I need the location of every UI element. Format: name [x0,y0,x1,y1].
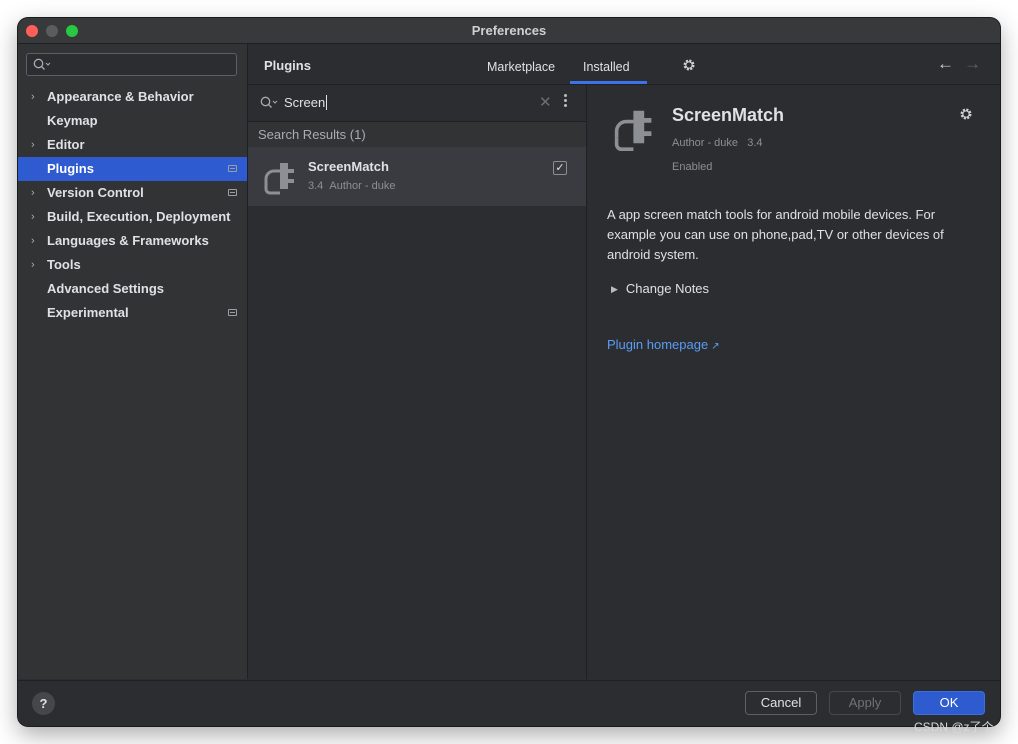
change-notes-toggle[interactable]: ▶ Change Notes [611,281,709,296]
sidebar-item-label: Advanced Settings [47,281,165,296]
sidebar-list: › Appearance & Behavior Keymap › Editor … [18,85,247,325]
arrow-left-icon[interactable]: ← [937,54,954,74]
plugin-status: Enabled [672,161,713,173]
search-results-header: Search Results (1) [248,122,586,147]
sidebar-item-version-control[interactable]: › Version Control [18,181,247,205]
chevron-right-icon: › [31,259,35,271]
tab-installed[interactable]: Installed [583,60,630,74]
sidebar-item-editor[interactable]: › Editor [18,133,247,157]
ok-button[interactable]: OK [913,691,985,715]
sidebar-item-label: Editor [47,137,85,152]
sidebar-item-label: Tools [47,257,81,272]
watermark: CSDN @z了个 [914,720,994,734]
project-settings-badge-icon [228,309,237,316]
sidebar-item-label: Appearance & Behavior [47,89,194,104]
dialog-footer: ? Cancel Apply OK [18,680,1000,726]
sidebar-item-advanced-settings[interactable]: Advanced Settings [18,277,247,301]
sidebar-item-label: Plugins [47,161,94,176]
more-options-icon[interactable] [564,94,567,109]
chevron-right-icon: › [31,91,35,103]
plugin-list-item[interactable]: ScreenMatch 3.4 Author - duke ✓ [248,147,586,206]
chevron-right-icon: › [31,211,35,223]
sidebar-item-label: Keymap [47,113,98,128]
change-notes-label: Change Notes [625,281,710,296]
plugin-list-panel: Screen ✕ Search Results (1) ScreenMatch … [248,85,587,679]
page-title: Plugins [264,58,311,73]
plugin-name: ScreenMatch [308,159,389,174]
plugin-search-value: Screen [284,95,328,110]
sidebar-search-input[interactable] [26,53,237,76]
sidebar-item-experimental[interactable]: Experimental [18,301,247,325]
plugin-meta: 3.4 Author - duke [308,180,396,192]
apply-button[interactable]: Apply [829,691,901,715]
plugin-detail-meta: Author - duke 3.4 [672,137,763,149]
plugin-enabled-checkbox[interactable]: ✓ [553,161,567,175]
title-bar: Preferences [18,18,1000,44]
search-icon [260,96,278,108]
help-button[interactable]: ? [32,692,55,715]
gear-icon[interactable] [682,58,696,72]
arrow-right-icon[interactable]: → [964,54,981,74]
tab-marketplace[interactable]: Marketplace [487,60,555,74]
sidebar-item-appearance-behavior[interactable]: › Appearance & Behavior [18,85,247,109]
cancel-button[interactable]: Cancel [745,691,817,715]
active-tab-indicator [570,81,647,84]
window-title: Preferences [471,23,547,38]
plugin-homepage-link[interactable]: Plugin homepage ↗ [607,337,720,352]
settings-sidebar: › Appearance & Behavior Keymap › Editor … [18,44,248,679]
chevron-right-icon: › [31,187,35,199]
plugins-header: Plugins Marketplace Installed ← → [248,44,1000,85]
plugin-search-input[interactable]: Screen ✕ [248,85,586,122]
plugin-details-panel: ScreenMatch Author - duke 3.4 Enabled A … [587,85,1000,679]
plugin-description: A app screen match tools for android mob… [607,207,944,262]
sidebar-item-label: Languages & Frameworks [47,233,209,248]
triangle-right-icon: ▶ [611,284,618,294]
plugin-plug-icon [614,110,652,151]
sidebar-item-plugins[interactable]: Plugins [18,157,247,181]
clear-search-icon[interactable]: ✕ [539,93,552,111]
external-link-icon: ↗ [711,341,720,352]
search-icon [33,58,51,70]
project-settings-badge-icon [228,189,237,196]
sidebar-item-label: Experimental [47,305,129,320]
project-settings-badge-icon [228,165,237,172]
plugin-plug-icon [264,163,294,195]
chevron-right-icon: › [31,235,35,247]
sidebar-item-label: Version Control [47,185,144,200]
chevron-right-icon: › [31,139,35,151]
sidebar-item-label: Build, Execution, Deployment [47,209,231,224]
sidebar-item-build-execution-deployment[interactable]: › Build, Execution, Deployment [18,205,247,229]
sidebar-item-keymap[interactable]: Keymap [18,109,247,133]
gear-icon[interactable] [959,107,973,121]
preferences-window: Preferences › Appearance & Behavior Keym… [18,18,1000,726]
sidebar-item-tools[interactable]: › Tools [18,253,247,277]
sidebar-item-languages-frameworks[interactable]: › Languages & Frameworks [18,229,247,253]
plugin-detail-name: ScreenMatch [672,105,785,125]
